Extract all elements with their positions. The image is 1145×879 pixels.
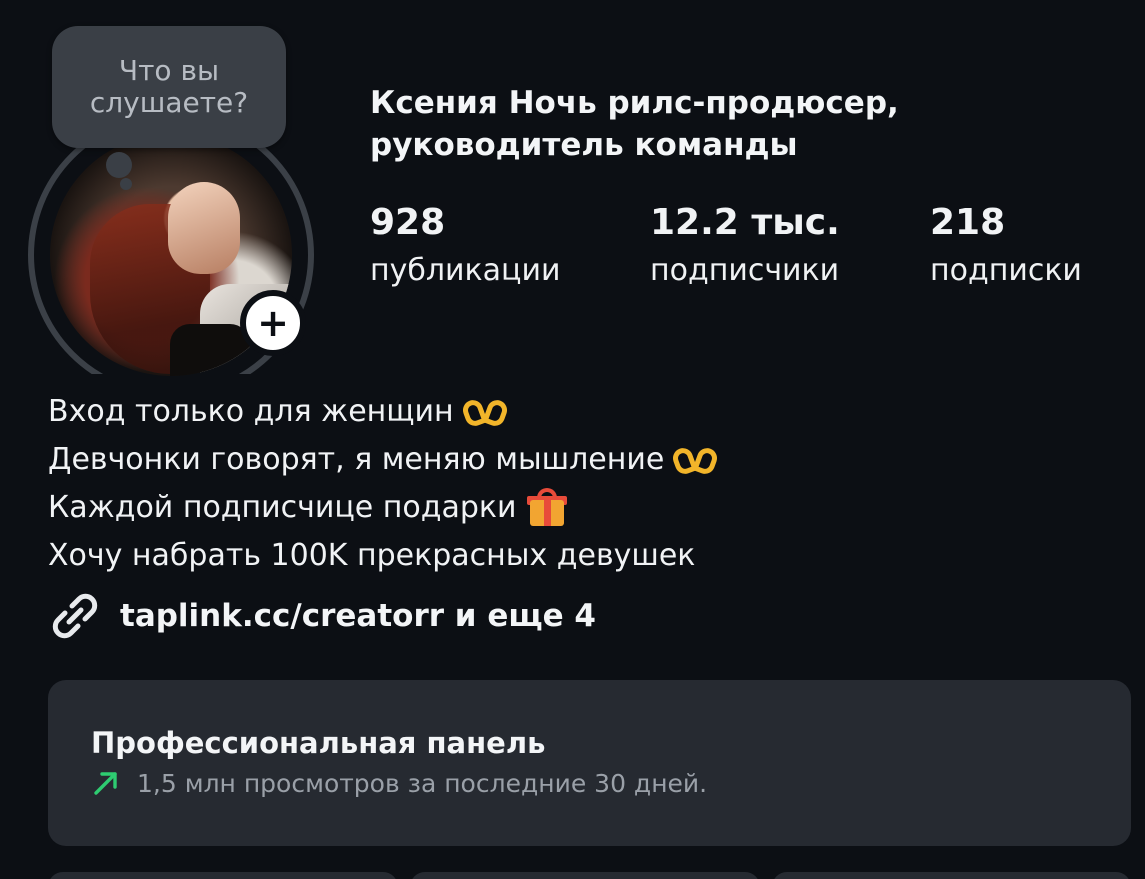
gift-emoji-icon xyxy=(526,488,567,528)
profile-link[interactable]: taplink.cc/creatorr и еще 4 xyxy=(48,590,596,642)
profile-action-button[interactable] xyxy=(48,872,398,879)
professional-dashboard-card[interactable]: Профессиональная панель 1,5 млн просмотр… xyxy=(48,680,1131,846)
professional-dashboard-title: Профессиональная панель xyxy=(91,726,546,760)
profile-page: + Что вы слушаете? Ксения Ночь рилс-прод… xyxy=(0,0,1145,879)
profile-action-button[interactable] xyxy=(772,872,1131,879)
bio-line: Вход только для женщин xyxy=(48,388,716,436)
note-text-line1: Что вы xyxy=(118,54,220,87)
profile-action-button[interactable] xyxy=(410,872,760,879)
profile-name-line1: Ксения Ночь рилс-продюсер, xyxy=(370,85,899,121)
stat-following-label: подписки xyxy=(930,253,1082,288)
profile-link-text: taplink.cc/creatorr и еще 4 xyxy=(120,598,597,634)
note-bubble[interactable]: Что вы слушаете? xyxy=(52,26,286,148)
bio-line3-text: Каждой подписчице подарки xyxy=(48,490,517,525)
link-icon xyxy=(52,593,98,639)
stat-followers-label: подписчики xyxy=(650,253,840,288)
bio-line4-text: Хочу набрать 100K прекрасных девушек xyxy=(48,538,696,573)
stat-followers[interactable]: 12.2 тыс. подписчики xyxy=(650,200,930,296)
heart-hands-emoji-icon xyxy=(464,396,506,428)
bio-line: Каждой подписчице подарки xyxy=(48,484,716,532)
stat-following[interactable]: 218 подписки xyxy=(930,200,1082,296)
trend-up-arrow-icon xyxy=(94,772,117,795)
bio-line: Хочу набрать 100K прекрасных девушек xyxy=(48,532,716,580)
professional-dashboard-stats-text: 1,5 млн просмотров за последние 30 дней. xyxy=(137,768,708,798)
bio-line2-text: Девчонки говорят, я меняю мышление xyxy=(48,442,665,477)
bio-line1-text: Вход только для женщин xyxy=(48,394,454,429)
stat-following-value: 218 xyxy=(930,202,1006,243)
bio-line: Девчонки говорят, я меняю мышление xyxy=(48,436,716,484)
profile-bio: Вход только для женщин Девчонки говорят,… xyxy=(48,388,716,580)
note-bubble-tail xyxy=(106,152,132,178)
heart-hands-emoji-icon xyxy=(674,444,716,476)
stat-posts-label: публикации xyxy=(370,253,561,288)
stat-posts-value: 928 xyxy=(370,202,446,243)
profile-stats: 928 публикации 12.2 тыс. подписчики 218 … xyxy=(370,200,1082,296)
note-text-line2: слушаете? xyxy=(89,86,249,119)
profile-name: Ксения Ночь рилс-продюсер, руководитель … xyxy=(370,82,1070,166)
add-story-button[interactable]: + xyxy=(240,290,306,356)
stat-followers-value: 12.2 тыс. xyxy=(650,202,840,243)
profile-name-line2: руководитель команды xyxy=(370,127,798,163)
note-bubble-tail-small xyxy=(120,178,132,190)
plus-icon: + xyxy=(257,301,289,345)
stat-posts[interactable]: 928 публикации xyxy=(370,200,650,296)
professional-dashboard-subtitle: 1,5 млн просмотров за последние 30 дней. xyxy=(91,768,707,798)
